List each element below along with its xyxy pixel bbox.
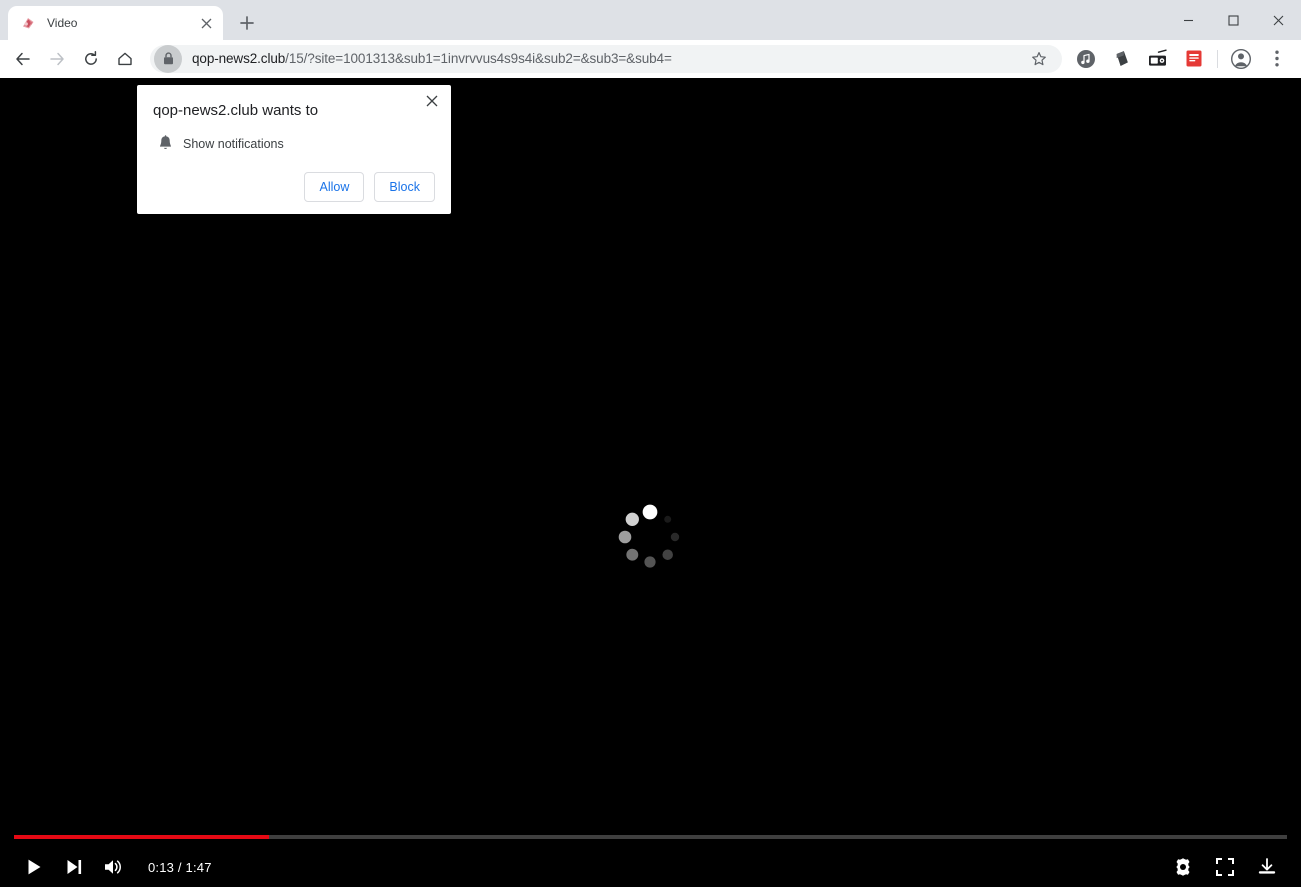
permission-row: Show notifications bbox=[153, 135, 435, 152]
music-extension-icon[interactable] bbox=[1071, 44, 1101, 74]
video-site-favicon bbox=[20, 15, 37, 32]
progress-bar-fill bbox=[14, 835, 269, 839]
home-button[interactable] bbox=[110, 44, 140, 74]
dialog-actions: Allow Block bbox=[153, 172, 435, 202]
block-button[interactable]: Block bbox=[374, 172, 435, 202]
tab-strip: Video bbox=[0, 0, 1301, 40]
reload-button[interactable] bbox=[76, 44, 106, 74]
next-button[interactable] bbox=[54, 847, 94, 887]
window-close-button[interactable] bbox=[1256, 0, 1301, 40]
forward-button[interactable] bbox=[42, 44, 72, 74]
toolbar-divider bbox=[1217, 49, 1218, 68]
progress-bar-track[interactable] bbox=[14, 835, 1287, 839]
lock-icon[interactable] bbox=[154, 44, 182, 73]
tab-close-icon[interactable] bbox=[197, 14, 215, 32]
url-path: /15/?site=1001313&sub1=1invrvvus4s9s4i&s… bbox=[285, 51, 672, 66]
volume-button[interactable] bbox=[94, 847, 134, 887]
control-bar: 0:13 / 1:47 bbox=[0, 847, 1301, 887]
back-button[interactable] bbox=[8, 44, 38, 74]
red-extension-icon[interactable] bbox=[1179, 44, 1209, 74]
allow-button[interactable]: Allow bbox=[304, 172, 365, 202]
url-host: qop-news2.club bbox=[192, 51, 286, 66]
tab-title: Video bbox=[47, 16, 78, 30]
play-button[interactable] bbox=[14, 847, 54, 887]
notification-permission-dialog: qop-news2.club wants to Show notificatio… bbox=[137, 85, 451, 214]
url-text[interactable]: qop-news2.club/15/?site=1001313&sub1=1in… bbox=[192, 51, 1024, 66]
bell-icon bbox=[153, 135, 177, 152]
download-icon[interactable] bbox=[1247, 847, 1287, 887]
settings-gear-icon[interactable] bbox=[1163, 847, 1203, 887]
window-maximize-button[interactable] bbox=[1211, 0, 1256, 40]
video-page: qop-news2.club wants to Show notificatio… bbox=[0, 78, 1301, 887]
dark-page-extension-icon[interactable] bbox=[1107, 44, 1137, 74]
video-controls: 0:13 / 1:47 bbox=[0, 831, 1301, 887]
dialog-close-icon[interactable] bbox=[421, 90, 443, 112]
right-controls bbox=[1163, 847, 1287, 887]
window-minimize-button[interactable] bbox=[1166, 0, 1211, 40]
browser-toolbar: qop-news2.club/15/?site=1001313&sub1=1in… bbox=[0, 40, 1301, 78]
radio-extension-icon[interactable] bbox=[1143, 44, 1173, 74]
bookmark-star-icon[interactable] bbox=[1024, 44, 1054, 74]
permission-label: Show notifications bbox=[183, 136, 284, 151]
time-display: 0:13 / 1:47 bbox=[148, 859, 212, 875]
new-tab-button[interactable] bbox=[233, 9, 261, 37]
loading-spinner-icon bbox=[615, 502, 685, 572]
chrome-menu-icon[interactable] bbox=[1262, 44, 1292, 74]
browser-tab-video[interactable]: Video bbox=[8, 6, 223, 40]
dialog-title: qop-news2.club wants to bbox=[153, 102, 319, 119]
address-bar[interactable]: qop-news2.club/15/?site=1001313&sub1=1in… bbox=[150, 44, 1062, 74]
profile-avatar-icon[interactable] bbox=[1226, 44, 1256, 74]
window-controls bbox=[1166, 0, 1301, 40]
fullscreen-icon[interactable] bbox=[1205, 847, 1245, 887]
